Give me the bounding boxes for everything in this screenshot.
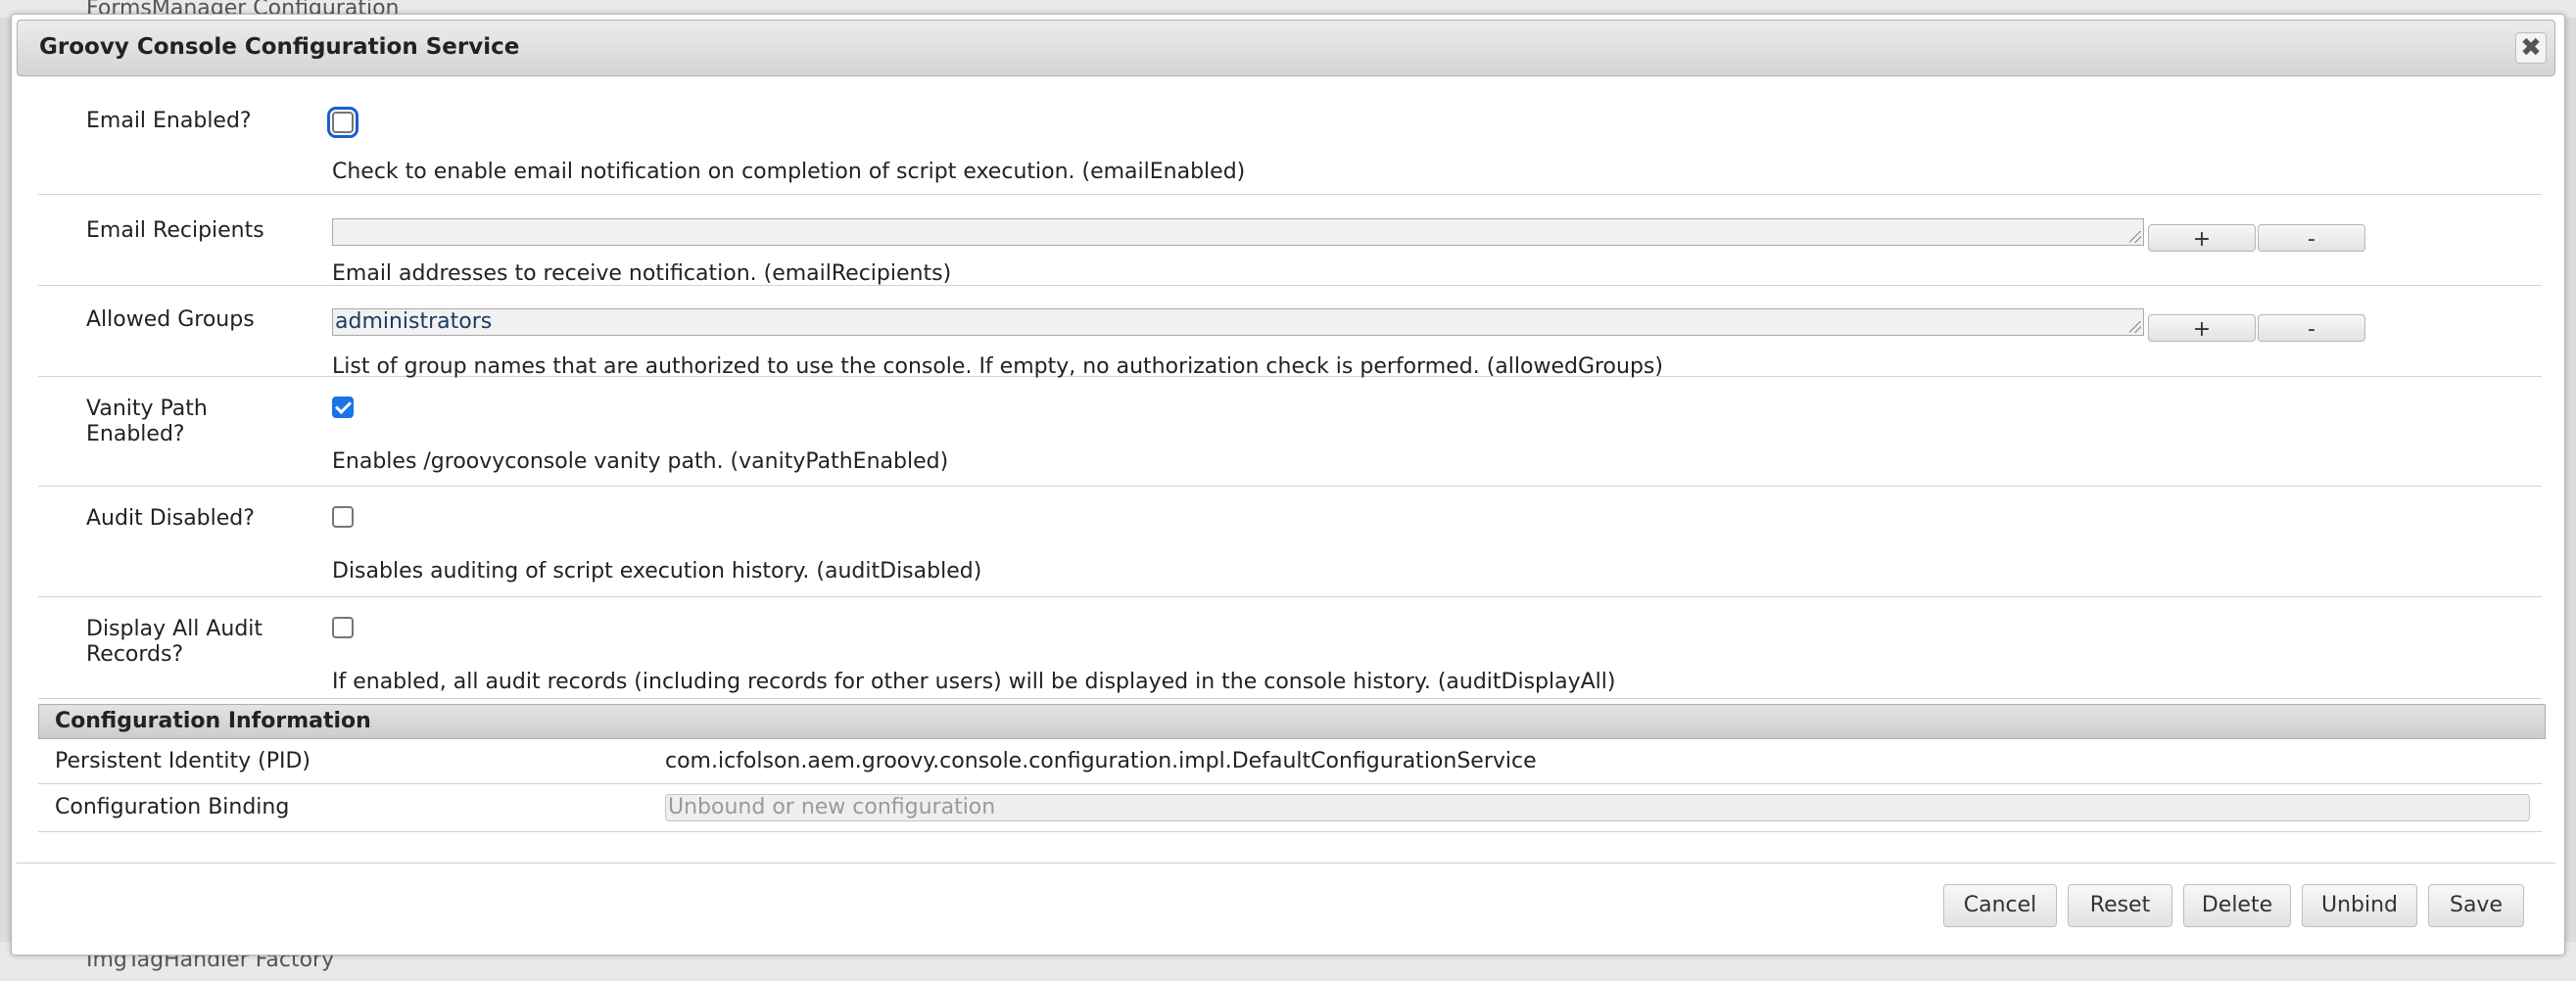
display-all-audit-checkbox[interactable]: [332, 617, 354, 638]
field-description: Check to enable email notification on co…: [332, 160, 1246, 184]
resize-handle-icon[interactable]: [2129, 231, 2141, 243]
close-icon[interactable]: ✖: [2515, 32, 2547, 64]
pid-row: Persistent Identity (PID) com.icfolson.a…: [38, 740, 2542, 784]
field-row-allowed-groups: Allowed Groups administrators + - List o…: [38, 286, 2542, 379]
field-label: Email Recipients: [86, 218, 264, 243]
field-label: Vanity Path Enabled?: [86, 397, 208, 446]
field-label: Audit Disabled?: [86, 506, 255, 531]
cancel-button[interactable]: Cancel: [1943, 884, 2057, 927]
pid-value: com.icfolson.aem.groovy.console.configur…: [665, 749, 1537, 773]
field-description: Enables /groovyconsole vanity path. (van…: [332, 449, 949, 474]
email-recipients-input[interactable]: [332, 218, 2144, 246]
allowed-groups-input[interactable]: administrators: [332, 308, 2144, 336]
resize-handle-icon[interactable]: [2129, 321, 2141, 333]
field-label: Allowed Groups: [86, 307, 255, 332]
field-row-email-enabled: Email Enabled? Check to enable email not…: [38, 85, 2542, 195]
audit-disabled-checkbox[interactable]: [332, 506, 354, 528]
field-label: Email Enabled?: [86, 109, 252, 133]
reset-button[interactable]: Reset: [2068, 884, 2172, 927]
field-row-vanity-path: Vanity Path Enabled? Enables /groovycons…: [38, 377, 2542, 487]
add-group-button[interactable]: +: [2148, 314, 2256, 342]
binding-label: Configuration Binding: [55, 795, 290, 819]
configuration-dialog: Groovy Console Configuration Service ✖ E…: [11, 14, 2565, 956]
pid-label: Persistent Identity (PID): [55, 749, 310, 773]
dialog-title: Groovy Console Configuration Service: [39, 34, 520, 60]
field-description: Disables auditing of script execution hi…: [332, 559, 982, 584]
footer-divider: [17, 863, 2555, 864]
field-row-display-all-audit: Display All Audit Records? If enabled, a…: [38, 597, 2542, 699]
field-description: If enabled, all audit records (including…: [332, 670, 1616, 694]
allowed-groups-value: administrators: [335, 309, 493, 334]
field-description: Email addresses to receive notification.…: [332, 261, 952, 286]
email-enabled-checkbox[interactable]: [327, 107, 358, 138]
unbind-button[interactable]: Unbind: [2302, 884, 2417, 927]
config-info-heading: Configuration Information: [38, 704, 2546, 739]
field-row-email-recipients: Email Recipients + - Email addresses to …: [38, 195, 2542, 286]
field-description: List of group names that are authorized …: [332, 354, 1663, 379]
save-button[interactable]: Save: [2428, 884, 2524, 927]
field-label: Display All Audit Records?: [86, 617, 263, 667]
delete-button[interactable]: Delete: [2183, 884, 2291, 927]
remove-recipient-button[interactable]: -: [2258, 224, 2365, 252]
field-row-audit-disabled: Audit Disabled? Disables auditing of scr…: [38, 487, 2542, 597]
vanity-path-checkbox[interactable]: [332, 397, 354, 418]
dialog-titlebar: Groovy Console Configuration Service ✖: [17, 20, 2555, 76]
remove-group-button[interactable]: -: [2258, 314, 2365, 342]
add-recipient-button[interactable]: +: [2148, 224, 2256, 252]
binding-field: Unbound or new configuration: [665, 794, 2530, 821]
binding-row: Configuration Binding Unbound or new con…: [38, 784, 2542, 832]
